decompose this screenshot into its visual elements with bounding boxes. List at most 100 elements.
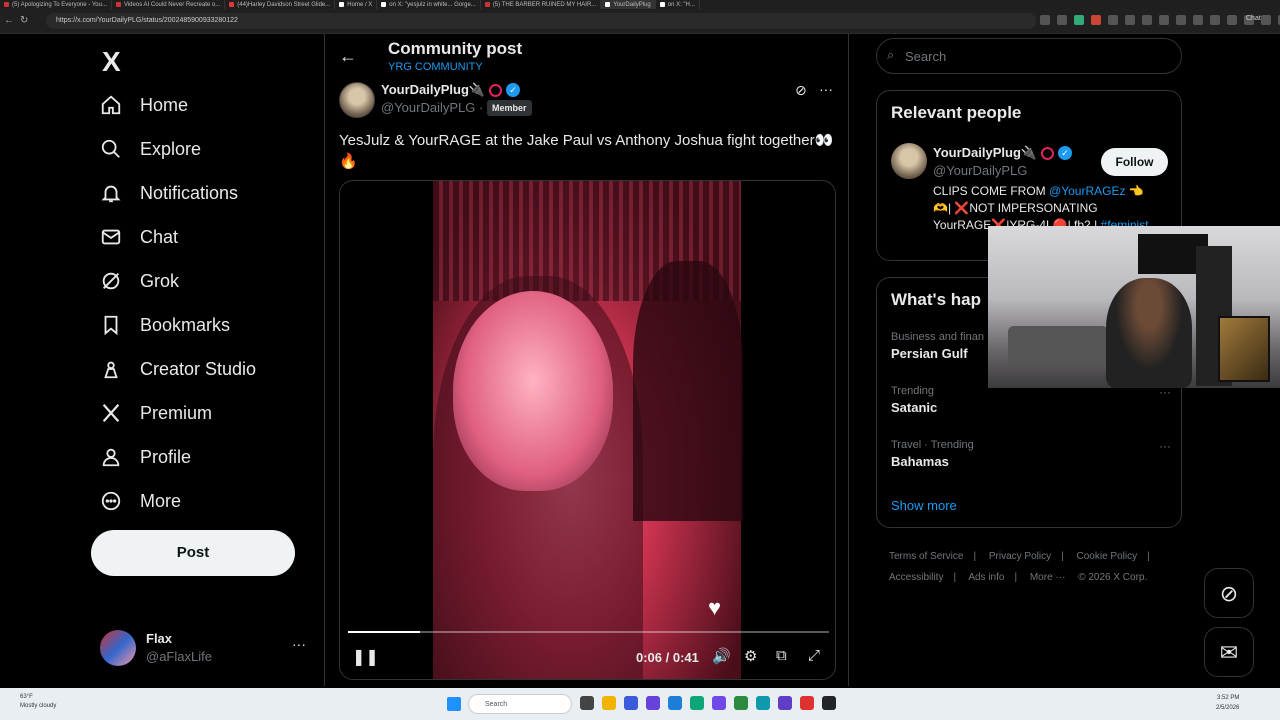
tab-label: Videos AI Could Never Recreate o... [123,1,221,8]
bio-mention-link[interactable]: @YourRAGEz [1049,184,1125,198]
more-dots-icon[interactable]: ··· [819,81,833,97]
browser-tab[interactable]: on X: "yesjulz in white... Gorge... [377,0,481,9]
pause-icon[interactable]: ❚❚ [352,647,379,667]
extension-icon[interactable] [1227,15,1237,25]
extension-icon[interactable] [1057,15,1067,25]
nav-home[interactable]: Home [100,85,188,125]
webcam-overlay [988,226,1280,388]
windows-start-icon[interactable] [447,697,461,711]
nav-notifications[interactable]: Notifications [100,173,238,213]
video-progress-bar[interactable] [348,631,829,633]
browser-tab[interactable]: (44)Harley Davidson Street Glide... [225,0,336,9]
community-link[interactable]: YRG COMMUNITY [388,61,483,73]
extension-icon[interactable] [1261,15,1271,25]
app-icon[interactable] [602,696,616,710]
video-progress-fill [348,631,421,633]
extension-icon[interactable] [1142,15,1152,25]
app-icon[interactable] [778,696,792,710]
search-input[interactable]: ⌕ Search [876,38,1182,74]
account-switcher[interactable]: Flax @aFlaxLife ··· [100,628,312,668]
weather-widget[interactable]: 63°F Mostly cloudy [20,693,56,711]
extension-icon[interactable] [1074,15,1084,25]
footer-link[interactable]: Accessibility [889,572,943,583]
browser-tab[interactable]: (5) THE BARBER RUINED MY HAIR... [481,0,602,9]
browser-tab[interactable]: (5) Apologizing To Everyone - You... [0,0,112,9]
tab-label: (5) Apologizing To Everyone - You... [12,1,107,8]
post-author[interactable]: YourDailyPlug🔌 ✓ [381,82,521,98]
trend-item[interactable]: Travel · Trending Bahamas ··· [891,439,1171,469]
more-dots-icon[interactable]: ··· [1159,439,1171,453]
extension-icon[interactable] [1176,15,1186,25]
app-icon[interactable] [712,696,726,710]
browser-tab[interactable]: Videos AI Could Never Recreate o... [112,0,226,9]
footer-links: Terms of Service | Privacy Policy | Cookie… [889,546,1189,588]
bell-icon [101,185,121,203]
fullscreen-icon[interactable]: ⤢ [808,647,820,664]
refresh-icon[interactable]: ↻ [20,15,28,26]
trend-item[interactable]: Trending Satanic ··· [891,385,1171,415]
volume-icon[interactable]: 🔊 [712,647,731,665]
person-name: YourDailyPlug🔌 [933,145,1038,160]
nav-bookmarks[interactable]: Bookmarks [100,305,230,345]
browser-tab[interactable]: on X: "H... [656,0,700,9]
browser-chat-button[interactable]: Chat [1246,15,1261,22]
extension-icon[interactable] [1091,15,1101,25]
settings-icon[interactable]: ⚙ [744,647,757,665]
app-icon[interactable] [624,696,638,710]
app-icon[interactable] [756,696,770,710]
browser-tab[interactable]: Home / X [335,0,378,9]
nav-premium[interactable]: Premium [100,393,212,433]
video-subject-face [453,291,613,491]
x-logo[interactable]: X [102,46,121,78]
back-icon[interactable]: ← [4,15,14,26]
nav-more[interactable]: More [100,481,181,521]
footer-link[interactable]: More ··· [1030,572,1066,583]
app-icon[interactable] [646,696,660,710]
page-title: Community post [388,39,523,58]
footer-sep: | [1061,551,1064,562]
app-icon[interactable] [690,696,704,710]
footer-link[interactable]: Ads info [968,572,1004,583]
nav-grok[interactable]: Grok [100,261,179,301]
app-icon[interactable] [668,696,682,710]
extension-icon[interactable] [1125,15,1135,25]
nav-chat[interactable]: Chat [100,217,178,257]
footer-link[interactable]: Terms of Service [889,551,963,562]
extension-icon[interactable] [1108,15,1118,25]
post-button[interactable]: Post [91,530,295,576]
chat-icon[interactable]: ✉ [1204,627,1254,677]
grok-icon[interactable]: ⊘ [1204,568,1254,618]
author-handle[interactable]: @YourDailyPLG [381,100,475,115]
browser-tab-active[interactable]: YourDailyPlug [601,0,656,9]
relevant-person-name[interactable]: YourDailyPlug🔌 ✓ [933,145,1073,161]
extension-icon[interactable] [1159,15,1169,25]
extension-icon[interactable] [1193,15,1203,25]
grok-icon[interactable]: ⊘ [795,82,807,99]
show-more-link[interactable]: Show more [891,498,957,513]
app-icon[interactable] [734,696,748,710]
nav-explore[interactable]: Explore [100,129,201,169]
address-bar-row: ← ↻ https://x.com/YourDailyPLG/status/20… [0,9,1280,34]
app-icon[interactable] [580,696,594,710]
extension-icon[interactable] [1210,15,1220,25]
extension-icon[interactable] [1040,15,1050,25]
extension-icons [1040,15,1280,25]
picture-in-picture-icon[interactable]: ⧉ [776,647,787,664]
footer-link[interactable]: Cookie Policy [1077,551,1138,562]
avatar[interactable] [339,82,375,118]
url-field[interactable]: https://x.com/YourDailyPLG/status/200248… [46,13,1036,29]
nav-label: Creator Studio [140,358,257,379]
avatar[interactable] [891,143,927,179]
more-dots-icon[interactable]: ··· [292,636,306,652]
follow-button[interactable]: Follow [1101,148,1168,176]
footer-link[interactable]: Privacy Policy [989,551,1051,562]
nav-profile[interactable]: Profile [100,437,191,477]
taskbar-clock[interactable]: 3:52 PM 2/5/2026 [1216,693,1239,713]
taskbar-search[interactable]: Search [468,694,572,714]
app-icon[interactable] [800,696,814,710]
video-player[interactable]: ♥ ❚❚ 0:06 / 0:41 🔊 ⚙ ⧉ ⤢ [339,180,836,680]
back-arrow-icon[interactable]: ← [339,46,357,67]
app-icon[interactable] [822,696,836,710]
nav-creator-studio[interactable]: Creator Studio [100,349,256,389]
home-icon [101,95,121,115]
